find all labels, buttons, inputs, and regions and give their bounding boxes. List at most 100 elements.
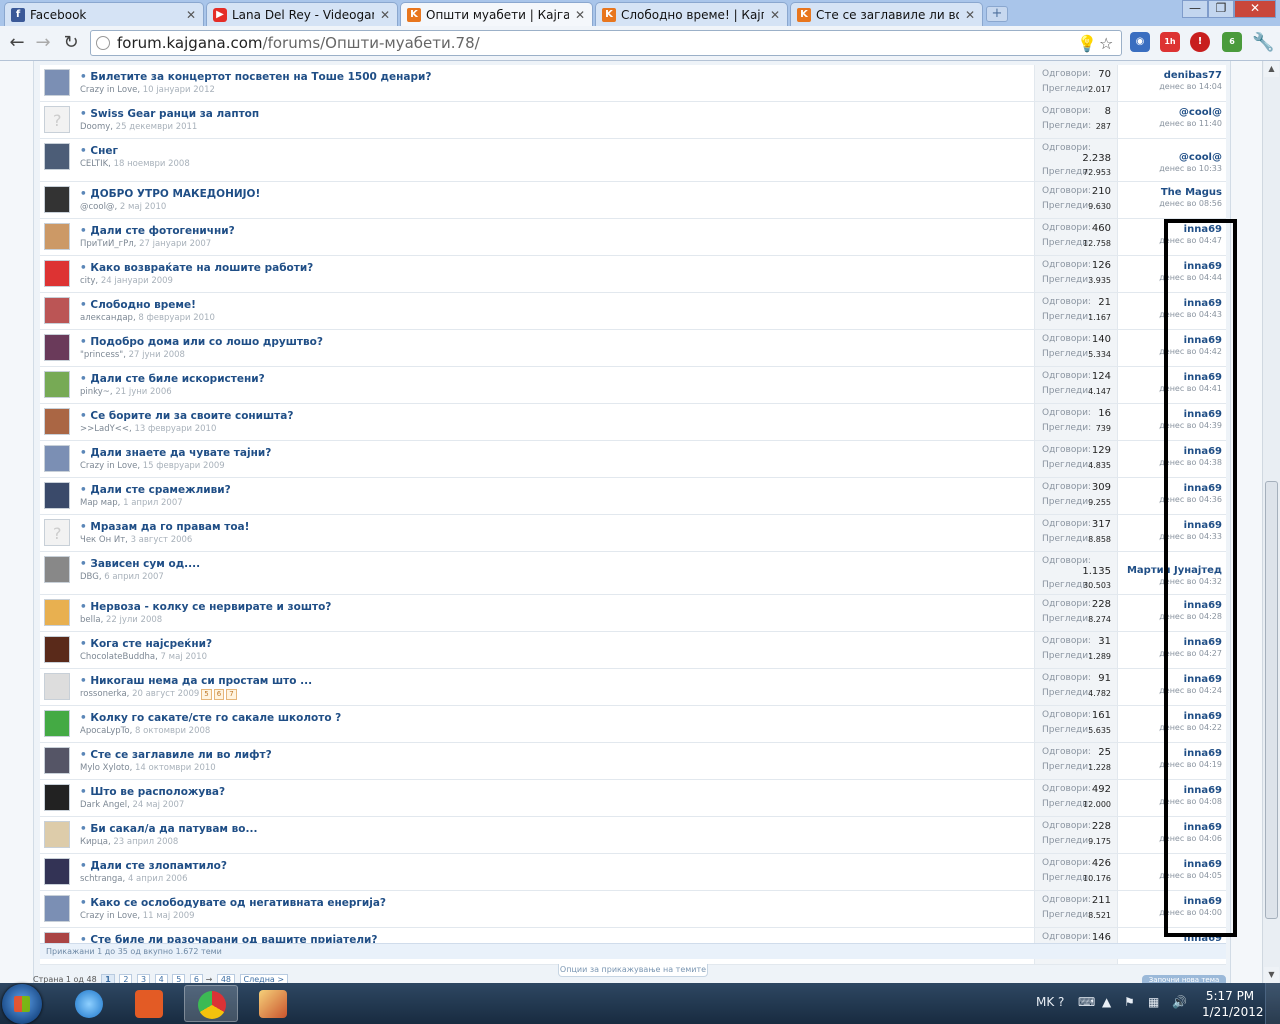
thread-title[interactable]: Слободно време!	[80, 299, 1030, 311]
thread-author[interactable]: rossonerka	[80, 689, 127, 699]
thread-title[interactable]: Би сакал/а да патувам во...	[80, 823, 1030, 835]
close-icon[interactable]: ✕	[574, 8, 586, 22]
thread-author[interactable]: Crazy in Love	[80, 911, 137, 921]
thread-title[interactable]: Дали сте биле искористени?	[80, 373, 1030, 385]
extension-alert-icon[interactable]: !	[1190, 32, 1210, 52]
thread-title[interactable]: Билетите за концертот посветен на Тоше 1…	[80, 71, 1030, 83]
last-post-time[interactable]: денес во 08:56	[1159, 199, 1222, 208]
minimize-button[interactable]: —	[1182, 0, 1208, 18]
thread-title[interactable]: ДОБРО УТРО МАКЕДОНИЈО!	[80, 188, 1030, 200]
scroll-up-arrow-icon[interactable]: ▲	[1264, 61, 1279, 77]
thread-author[interactable]: Мар мар	[80, 498, 118, 508]
thread-author[interactable]: schtranga	[80, 874, 123, 884]
avatar[interactable]	[44, 482, 70, 509]
clock[interactable]: 5:17 PM 1/21/2012	[1202, 988, 1264, 1020]
thread-author[interactable]: Кирца	[80, 837, 108, 847]
thread-title[interactable]: Дали сте злопамтило?	[80, 860, 1030, 872]
last-post-user[interactable]: denibas77	[1159, 70, 1222, 81]
extension-icon[interactable]: ◉	[1130, 32, 1150, 52]
thread-page-link[interactable]: 6	[213, 689, 225, 700]
thread-author[interactable]: Dark Angel	[80, 800, 127, 810]
action-center-icon[interactable]: ⚑	[1124, 995, 1135, 1009]
close-icon[interactable]: ✕	[964, 8, 976, 22]
thread-author[interactable]: ApocaLypTo	[80, 726, 130, 736]
page-scrollbar[interactable]: ▲ ▼	[1262, 61, 1280, 983]
thread-author[interactable]: CELTIK	[80, 159, 108, 169]
last-post-time[interactable]: денес во 10:33	[1159, 164, 1222, 173]
avatar[interactable]	[44, 519, 70, 546]
thread-title[interactable]: Никогаш нема да си простам што ...	[80, 675, 1030, 687]
last-post-time[interactable]: денес во 14:04	[1159, 82, 1222, 91]
avatar[interactable]	[44, 858, 70, 885]
page-link-5[interactable]: 5	[172, 974, 186, 983]
lightbulb-icon[interactable]: 💡	[1077, 34, 1097, 53]
thread-title[interactable]: Дали сте срамежливи?	[80, 484, 1030, 496]
avatar[interactable]	[44, 408, 70, 435]
last-post-user[interactable]: @cool@	[1159, 107, 1222, 118]
thread-title[interactable]: Кога сте најсреќни?	[80, 638, 1030, 650]
show-desktop-button[interactable]	[1265, 983, 1280, 1024]
volume-icon[interactable]: 🔊	[1172, 995, 1187, 1009]
avatar[interactable]	[44, 673, 70, 700]
thread-author[interactable]: DBG	[80, 572, 99, 582]
taskbar-paint[interactable]	[246, 985, 300, 1022]
avatar[interactable]	[44, 636, 70, 663]
thread-display-options-button[interactable]: Опции за прикажување на темите	[558, 964, 708, 977]
tab-slobodno-vreme[interactable]: K Слободно време! | Кајгана ✕	[595, 2, 788, 26]
last-post-user[interactable]: @cool@	[1159, 152, 1222, 163]
avatar[interactable]	[44, 556, 70, 583]
scroll-down-arrow-icon[interactable]: ▼	[1264, 967, 1279, 983]
thread-title[interactable]: Дали знаете да чувате тајни?	[80, 447, 1030, 459]
thread-title[interactable]: Како се ослободувате од негативната енер…	[80, 897, 1030, 909]
avatar[interactable]	[44, 784, 70, 811]
avatar[interactable]	[44, 297, 70, 324]
start-button[interactable]	[2, 984, 42, 1024]
reload-icon[interactable]: ↻	[60, 32, 82, 54]
avatar[interactable]	[44, 334, 70, 361]
avatar[interactable]	[44, 260, 70, 287]
avatar[interactable]	[44, 599, 70, 626]
avatar[interactable]	[44, 143, 70, 170]
thread-author[interactable]: ChocolateBuddha	[80, 652, 155, 662]
thread-author[interactable]: >>LadY<<	[80, 424, 129, 434]
tab-lift[interactable]: K Сте се заглавиле ли во лиф ✕	[790, 2, 983, 26]
thread-author[interactable]: bella	[80, 615, 101, 625]
tab-lana-del-rey[interactable]: ▶ Lana Del Rey - Videogames ✕	[206, 2, 398, 26]
page-link-4[interactable]: 4	[154, 974, 168, 983]
new-thread-button[interactable]: Започни нова тема	[1142, 975, 1226, 983]
address-bar[interactable]: forum.kajgana.com/forums/Општи-муабети.7…	[90, 30, 1122, 56]
thread-author[interactable]: @cool@	[80, 202, 114, 212]
star-icon[interactable]: ☆	[1099, 34, 1113, 53]
extension-timer-icon[interactable]: 1h	[1160, 32, 1180, 52]
help-icon[interactable]: ?	[1058, 995, 1064, 1009]
page-link-last[interactable]: 48	[216, 974, 235, 983]
last-post-user[interactable]: The Magus	[1159, 187, 1222, 198]
thread-author[interactable]: pinky~	[80, 387, 110, 397]
thread-title[interactable]: Што ве расположува?	[80, 786, 1030, 798]
thread-author[interactable]: city	[80, 276, 95, 286]
page-link-1[interactable]: 1	[101, 974, 115, 983]
thread-title[interactable]: Се борите ли за своите соништа?	[80, 410, 1030, 422]
avatar[interactable]	[44, 895, 70, 922]
page-link-6[interactable]: 6	[189, 974, 204, 983]
thread-page-link[interactable]: 7	[226, 689, 237, 700]
thread-title[interactable]: Подобро дома или со лошо друштво?	[80, 336, 1030, 348]
scrollbar-thumb[interactable]	[1265, 481, 1278, 919]
avatar[interactable]	[44, 186, 70, 213]
url-text[interactable]: forum.kajgana.com/forums/Општи-муабети.7…	[117, 34, 480, 52]
new-tab-button[interactable]: +	[986, 6, 1008, 22]
page-link-3[interactable]: 3	[137, 974, 151, 983]
avatar[interactable]	[44, 710, 70, 737]
close-icon[interactable]: ✕	[185, 8, 197, 22]
tab-facebook[interactable]: f Facebook ✕	[4, 2, 204, 26]
keyboard-icon[interactable]: ⌨	[1078, 995, 1095, 1009]
thread-title[interactable]: Мразам да го правам тоа!	[80, 521, 1030, 533]
thread-author[interactable]: Crazy in Love	[80, 461, 137, 471]
avatar[interactable]	[44, 747, 70, 774]
next-page-link[interactable]: Следна >	[239, 974, 289, 983]
thread-title[interactable]: Нервоза - колку се нервирате и зошто?	[80, 601, 1030, 613]
thread-author[interactable]: Чек Он Ит	[80, 535, 125, 545]
thread-title[interactable]: Сте се заглавиле ли во лифт?	[80, 749, 1030, 761]
thread-author[interactable]: aлександар	[80, 313, 133, 323]
thread-title[interactable]: Зависен сум од....	[80, 558, 1030, 570]
